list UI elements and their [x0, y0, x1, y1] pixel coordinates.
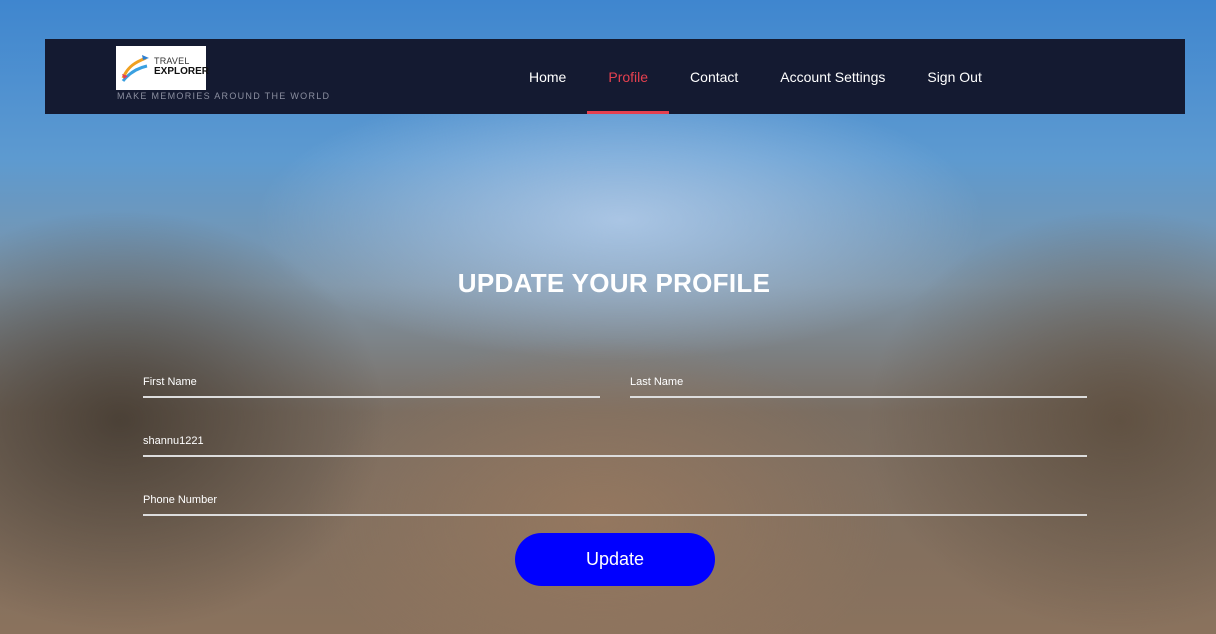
- username-input[interactable]: [143, 435, 1087, 447]
- phone-field: [143, 486, 1087, 516]
- brand-tagline: MAKE MEMORIES AROUND THE WORLD: [117, 91, 331, 101]
- first-name-field: [143, 368, 600, 398]
- page-title: UPDATE YOUR PROFILE: [457, 268, 771, 298]
- username-field: [143, 427, 1087, 457]
- last-name-field: [630, 368, 1087, 398]
- logo-text-explorer: EXPLORER: [154, 66, 210, 77]
- nav-item-sign-out[interactable]: Sign Out: [906, 39, 1002, 114]
- nav-item-account-settings[interactable]: Account Settings: [759, 39, 906, 114]
- nav-item-home[interactable]: Home: [508, 39, 587, 114]
- navbar: TRAVEL EXPLORER MAKE MEMORIES AROUND THE…: [45, 39, 1185, 114]
- logo-text-travel: TRAVEL: [154, 56, 190, 66]
- brand-logo[interactable]: TRAVEL EXPLORER: [116, 46, 210, 90]
- last-name-input[interactable]: [630, 376, 1087, 388]
- nav-item-profile[interactable]: Profile: [587, 39, 669, 114]
- nav-item-contact[interactable]: Contact: [669, 39, 759, 114]
- first-name-input[interactable]: [143, 376, 600, 388]
- update-button[interactable]: Update: [515, 533, 715, 586]
- main-nav: Home Profile Contact Account Settings Si…: [508, 39, 1003, 114]
- airplane-logo-icon: [121, 55, 149, 82]
- phone-number-input[interactable]: [143, 494, 1087, 506]
